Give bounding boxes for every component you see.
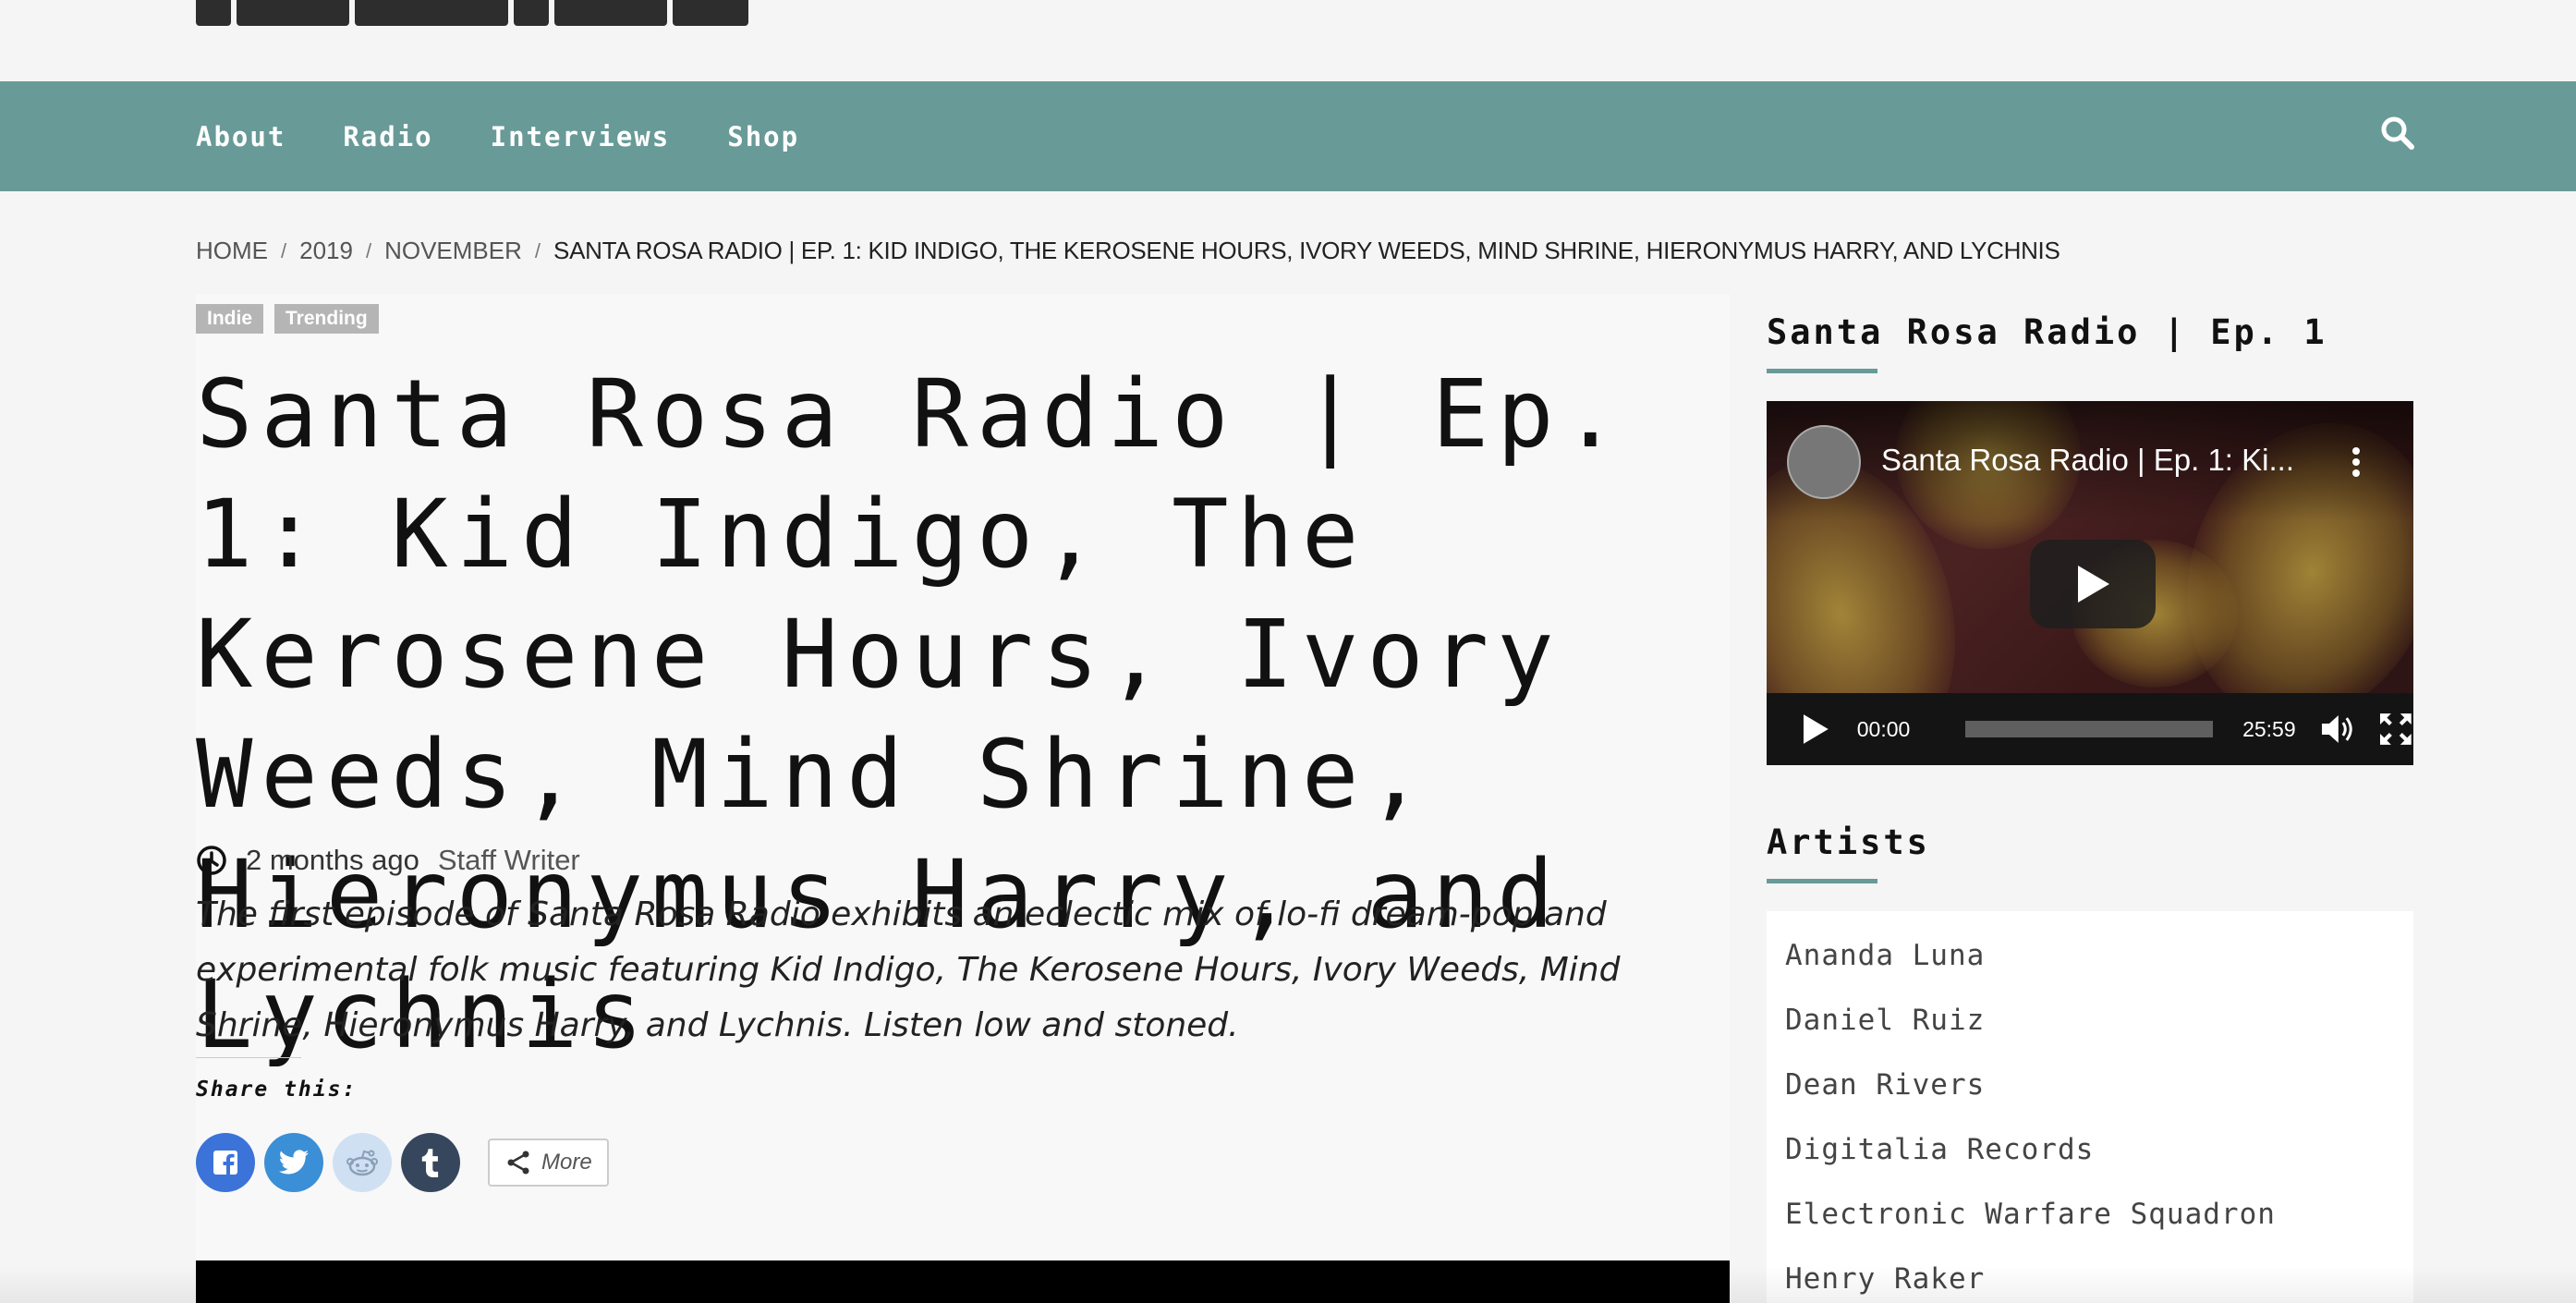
progress-bar[interactable]: [1965, 721, 2214, 737]
nav-menu: About Radio Interviews Shop: [196, 81, 799, 191]
player-controls: 00:00 25:59: [1767, 693, 2413, 765]
twitter-icon: [278, 1150, 309, 1175]
breadcrumb-separator: /: [281, 238, 287, 262]
player-widget-title: Santa Rosa Radio | Ep. 1: [1767, 312, 2327, 352]
main-navigation: About Radio Interviews Shop: [0, 81, 2576, 191]
widget-title-underline: [1767, 879, 1877, 883]
breadcrumb-separator: /: [534, 238, 541, 262]
video-player[interactable]: Santa Rosa Radio | Ep. 1: Ki... 00:00 25…: [1767, 401, 2413, 765]
share-reddit-button[interactable]: [333, 1133, 392, 1192]
artist-link[interactable]: Daniel Ruiz: [1767, 994, 2413, 1059]
article: Indie Trending Santa Rosa Radio | Ep. 1:…: [196, 294, 1730, 1303]
artist-link[interactable]: Dean Rivers: [1767, 1059, 2413, 1124]
share-more-label: More: [541, 1150, 592, 1175]
channel-avatar[interactable]: [1787, 425, 1861, 499]
artist-link[interactable]: Electronic Warfare Squadron: [1767, 1188, 2413, 1253]
clock-icon: [197, 846, 226, 875]
article-video-embed[interactable]: [196, 1260, 1730, 1303]
nav-item-about[interactable]: About: [196, 121, 286, 152]
share-buttons: More: [196, 1133, 609, 1192]
divider: [196, 1057, 301, 1058]
fullscreen-icon[interactable]: [2378, 712, 2413, 747]
artist-link[interactable]: Henry Raker: [1767, 1253, 2413, 1303]
search-button[interactable]: [2380, 116, 2415, 151]
breadcrumb-current: SANTA ROSA RADIO | EP. 1: KID INDIGO, TH…: [553, 237, 2060, 264]
breadcrumb-month[interactable]: NOVEMBER: [384, 237, 522, 265]
post-date[interactable]: 2 months ago: [246, 844, 419, 877]
logo-fragment: [355, 0, 508, 26]
share-facebook-button[interactable]: [196, 1133, 255, 1192]
share-heading: Share this:: [196, 1078, 358, 1102]
tag-trending[interactable]: Trending: [274, 304, 379, 334]
post-author[interactable]: Staff Writer: [438, 844, 580, 877]
play-icon[interactable]: [1802, 713, 1829, 745]
tag-indie[interactable]: Indie: [196, 304, 264, 334]
artist-link[interactable]: Ananda Luna: [1767, 930, 2413, 994]
video-play-button[interactable]: [2030, 540, 2156, 628]
nav-item-interviews[interactable]: Interviews: [491, 121, 671, 152]
nav-item-shop[interactable]: Shop: [727, 121, 799, 152]
logo-fragment: [554, 0, 667, 26]
artists-list: Ananda Luna Daniel Ruiz Dean Rivers Digi…: [1767, 911, 2413, 1303]
volume-icon[interactable]: [2320, 712, 2357, 746]
breadcrumb: HOME / 2019 / NOVEMBER / SANTA ROSA RADI…: [196, 237, 2060, 265]
share-twitter-button[interactable]: [264, 1133, 323, 1192]
reddit-icon: [346, 1150, 378, 1176]
breadcrumb-home[interactable]: HOME: [196, 237, 268, 265]
logo-fragment: [673, 0, 748, 26]
more-options-icon[interactable]: [2351, 444, 2362, 481]
breadcrumb-year[interactable]: 2019: [299, 237, 353, 265]
share-more-button[interactable]: More: [488, 1139, 609, 1187]
article-meta: 2 months ago Staff Writer: [196, 844, 580, 877]
logo-fragment: [196, 0, 231, 26]
facebook-icon: [213, 1151, 237, 1175]
share-tumblr-button[interactable]: [401, 1133, 460, 1192]
play-icon: [2078, 566, 2109, 603]
artist-link[interactable]: Digitalia Records: [1767, 1124, 2413, 1188]
share-icon: [507, 1151, 529, 1175]
tumblr-icon: [421, 1149, 439, 1177]
artists-widget-title: Artists: [1767, 822, 1930, 862]
duration: 25:59: [2242, 716, 2296, 741]
category-tags: Indie Trending: [196, 304, 379, 334]
search-icon: [2381, 116, 2414, 150]
site-logo[interactable]: [196, 0, 748, 26]
logo-fragment: [237, 0, 349, 26]
current-time: 00:00: [1856, 716, 1911, 741]
article-excerpt: The first episode of Santa Rosa Radio ex…: [196, 895, 1621, 1044]
logo-fragment: [514, 0, 549, 26]
widget-title-underline: [1767, 369, 1877, 373]
nav-item-radio[interactable]: Radio: [343, 121, 432, 152]
video-title[interactable]: Santa Rosa Radio | Ep. 1: Ki...: [1881, 443, 2294, 478]
breadcrumb-separator: /: [365, 238, 372, 262]
